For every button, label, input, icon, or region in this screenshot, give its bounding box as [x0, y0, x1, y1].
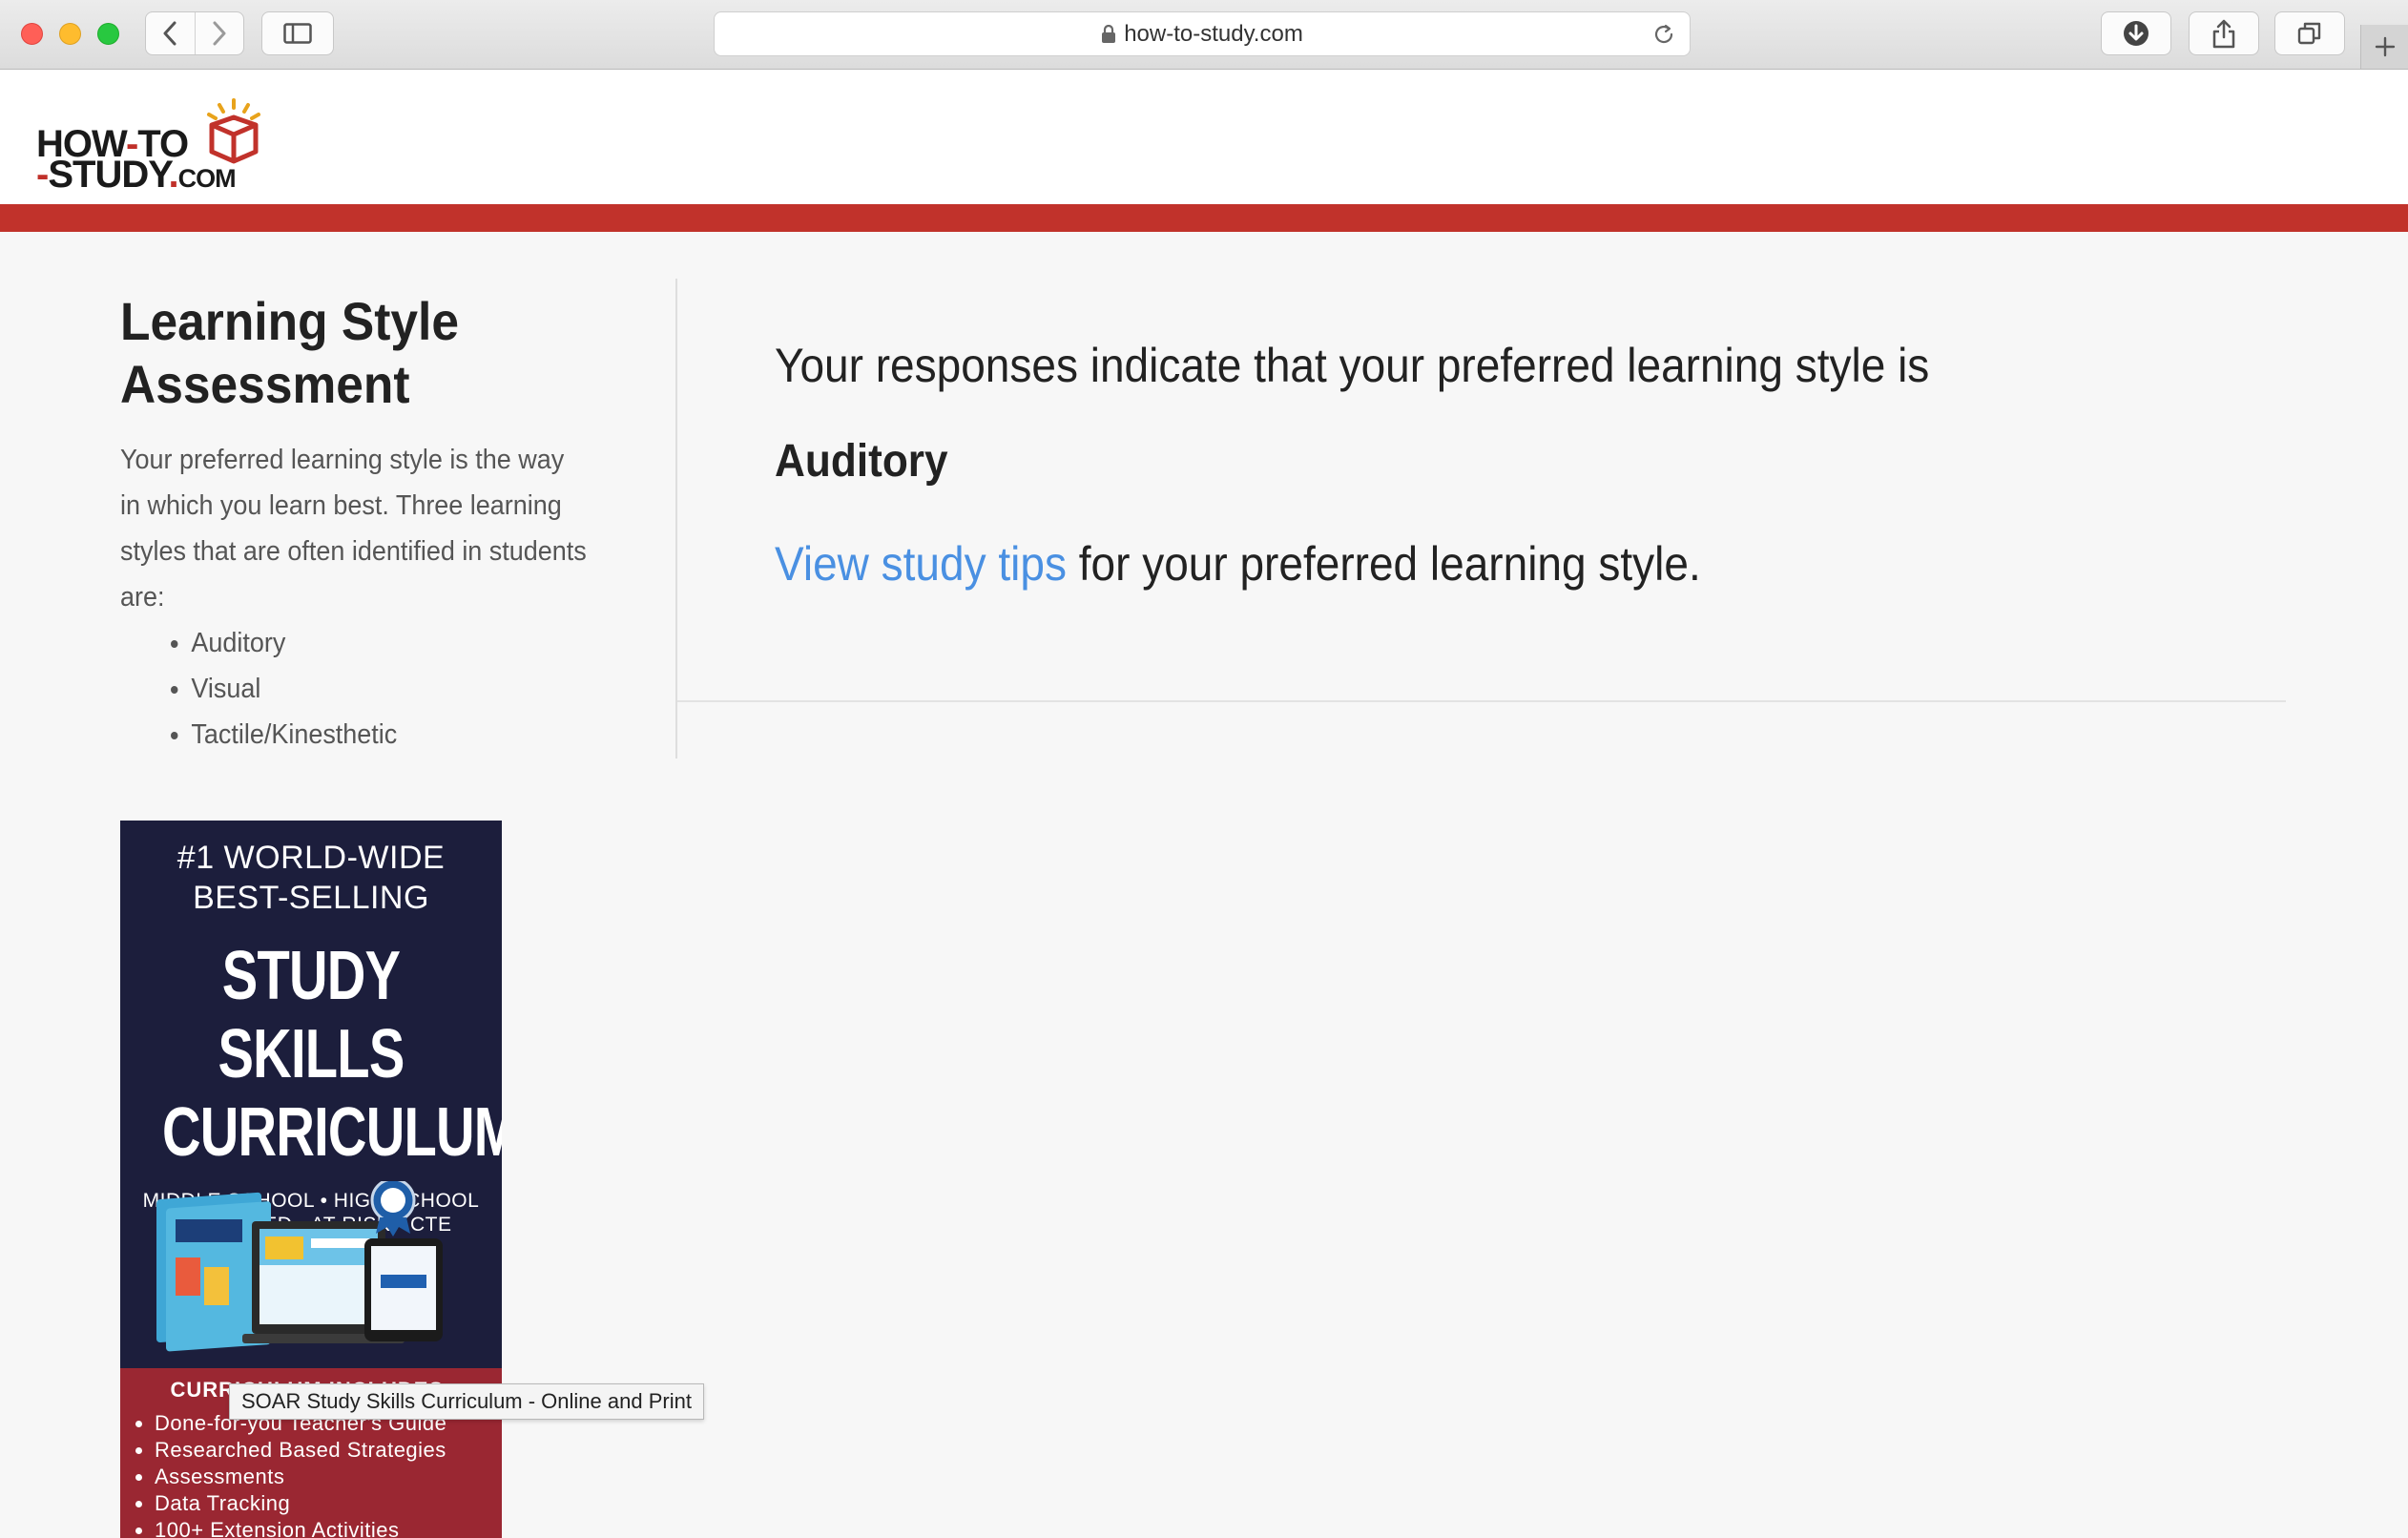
ad-title: CURRICULUM	[162, 1094, 502, 1171]
list-item: 100+ Extension Activities	[155, 1517, 502, 1538]
site-logo[interactable]: HOW-TO -STUDY.COM	[36, 98, 275, 194]
curriculum-products-image	[156, 1181, 443, 1352]
site-header: HOW-TO -STUDY.COM	[0, 70, 2408, 204]
url-text: how-to-study.com	[1124, 20, 1303, 47]
ad-tagline: BEST-SELLING	[193, 880, 429, 916]
list-item: Researched Based Strategies	[155, 1437, 502, 1464]
study-tips-line: View study tips for your preferred learn…	[775, 532, 2144, 595]
assessment-title: Learning Style Assessment	[120, 291, 460, 414]
ad-tagline: #1 WORLD-WIDE	[176, 840, 446, 876]
sunrise-box-icon	[207, 98, 260, 164]
study-tips-suffix: for your preferred learning style.	[1066, 537, 1701, 591]
history-nav-group	[145, 11, 244, 55]
forward-button[interactable]	[194, 12, 244, 54]
ad-title: STUDY SKILLS	[218, 938, 405, 1092]
ad-header: #1 WORLD-WIDE BEST-SELLING STUDY SKILLS …	[120, 821, 502, 1237]
chevron-left-icon	[163, 21, 176, 46]
result-learning-style: Auditory	[775, 436, 948, 487]
list-item: Auditory	[191, 620, 634, 666]
back-button[interactable]	[146, 12, 195, 54]
list-item: Data Tracking	[155, 1490, 502, 1517]
header-accent-band	[0, 204, 2408, 232]
ad-tooltip: SOAR Study Skills Curriculum - Online an…	[229, 1383, 704, 1420]
curriculum-ad-banner[interactable]: #1 WORLD-WIDE BEST-SELLING STUDY SKILLS …	[120, 821, 502, 1538]
column-divider	[675, 279, 677, 759]
list-item: Assessments	[155, 1464, 502, 1490]
list-item: Visual	[191, 666, 634, 712]
share-button[interactable]	[2189, 11, 2259, 55]
assessment-result: Your responses indicate that your prefer…	[775, 324, 2263, 595]
close-window-button[interactable]	[21, 23, 43, 45]
assessment-description: Your preferred learning style is the way…	[120, 445, 587, 613]
downloads-button[interactable]	[2101, 11, 2171, 55]
assessment-sidebar: Learning Style Assessment Your preferred…	[120, 277, 674, 758]
plus-icon	[2375, 36, 2396, 57]
browser-toolbar: how-to-study.com	[0, 0, 2408, 70]
minimize-window-button[interactable]	[59, 23, 81, 45]
show-tabs-button[interactable]	[2274, 11, 2345, 55]
download-icon	[2124, 21, 2149, 46]
address-bar[interactable]: how-to-study.com	[714, 11, 1691, 56]
ad-includes-list: Done-for-you Teacher's Guide Researched …	[120, 1410, 502, 1538]
result-divider	[677, 700, 2286, 702]
list-item: Tactile/Kinesthetic	[191, 712, 634, 758]
share-icon	[2212, 19, 2235, 49]
tabs-overview-icon	[2297, 22, 2321, 45]
new-tab-button[interactable]	[2360, 25, 2408, 69]
zoom-window-button[interactable]	[97, 23, 119, 45]
learning-styles-list: Auditory Visual Tactile/Kinesthetic	[120, 620, 634, 758]
lock-icon	[1102, 24, 1116, 43]
view-study-tips-link[interactable]: View study tips	[775, 537, 1067, 591]
reload-icon[interactable]	[1651, 22, 1676, 47]
sidebar-toggle-button[interactable]	[261, 11, 334, 55]
result-intro: Your responses indicate that your prefer…	[775, 339, 1930, 392]
chevron-right-icon	[213, 21, 226, 46]
sidebar-icon	[283, 23, 312, 44]
